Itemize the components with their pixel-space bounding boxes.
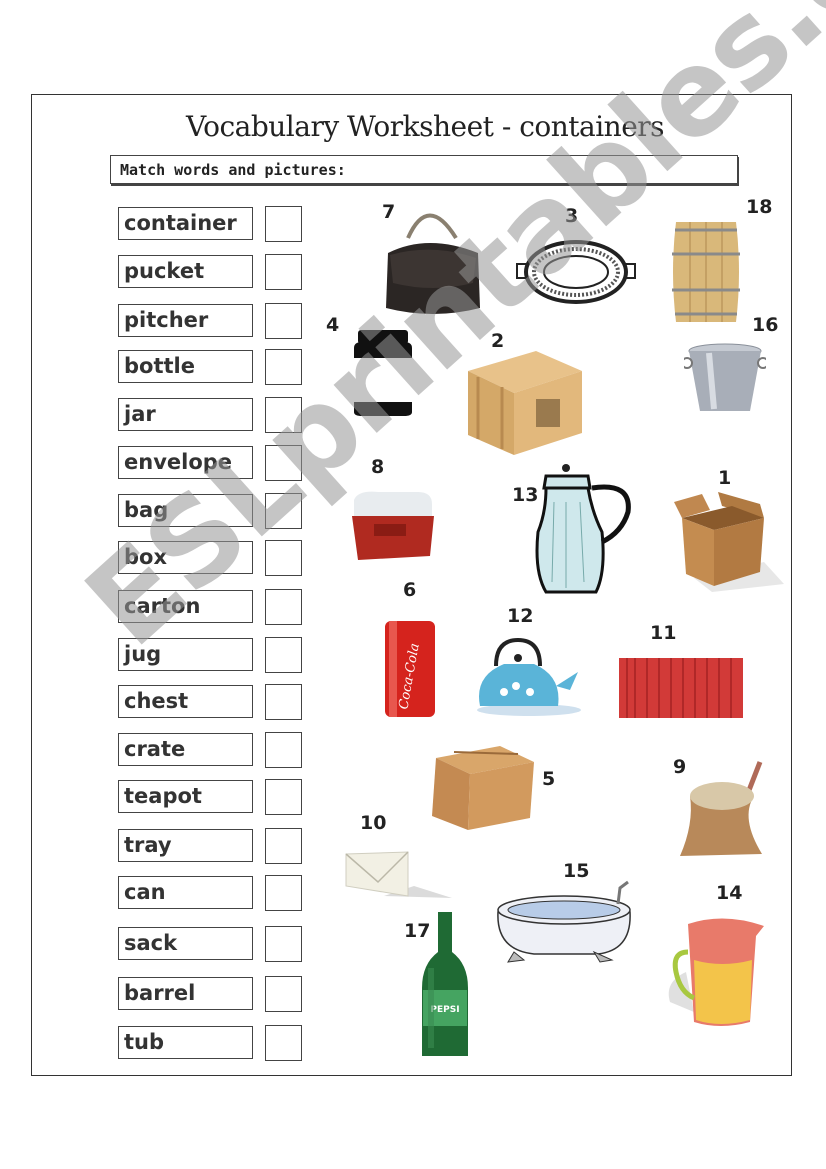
word-box-pucket: pucket — [118, 255, 253, 288]
answer-box[interactable] — [265, 589, 302, 625]
cooler-chest-icon — [352, 491, 434, 560]
answer-box[interactable] — [265, 875, 302, 911]
word-box-pitcher: pitcher — [118, 304, 253, 337]
word-box-carton: carton — [118, 590, 253, 623]
answer-box[interactable] — [265, 445, 302, 481]
word-box-can: can — [118, 876, 253, 909]
word-box-sack: sack — [118, 927, 253, 960]
answer-box[interactable] — [265, 779, 302, 815]
picture-number: 4 — [326, 314, 340, 336]
answer-box[interactable] — [265, 1025, 302, 1061]
bathtub-icon — [497, 880, 631, 963]
answer-box[interactable] — [265, 540, 302, 576]
crate-icon — [468, 351, 582, 455]
picture-number: 8 — [371, 456, 385, 478]
word-box-tub: tub — [118, 1026, 253, 1059]
answer-box[interactable] — [265, 637, 302, 673]
page-title: Vocabulary Worksheet - containers — [185, 110, 665, 143]
word-box-chest: chest — [118, 685, 253, 718]
soda-can-icon: Coca-Cola — [385, 621, 435, 717]
pitcher-icon — [535, 464, 631, 594]
picture-number: 16 — [752, 314, 779, 336]
word-box-barrel: barrel — [118, 977, 253, 1010]
open-box-icon — [674, 492, 784, 592]
answer-box[interactable] — [265, 732, 302, 768]
word-box-jug: jug — [118, 638, 253, 671]
answer-box[interactable] — [265, 684, 302, 720]
picture-number: 1 — [718, 467, 732, 489]
instruction-box: Match words and pictures: — [110, 155, 738, 184]
jug-icon — [668, 918, 764, 1026]
word-box-jar: jar — [118, 398, 253, 431]
word-box-box: box — [118, 541, 253, 574]
word-box-container: container — [118, 207, 253, 240]
svg-text:PEPSI: PEPSI — [430, 1005, 459, 1015]
answer-box[interactable] — [265, 349, 302, 385]
picture-number: 12 — [507, 605, 534, 627]
shipping-container-icon — [619, 658, 743, 718]
picture-number: 18 — [746, 196, 773, 218]
word-box-teapot: teapot — [118, 780, 253, 813]
word-box-crate: crate — [118, 733, 253, 766]
answer-box[interactable] — [265, 493, 302, 529]
picture-number: 11 — [650, 622, 677, 644]
answer-box[interactable] — [265, 206, 302, 242]
sack-icon — [680, 761, 763, 856]
tray-icon — [516, 240, 636, 304]
picture-number: 3 — [565, 205, 579, 227]
bag-icon — [386, 213, 480, 314]
bottle-icon: PEPSI — [422, 912, 468, 1056]
picture-number: 5 — [542, 768, 556, 790]
word-box-bottle: bottle — [118, 350, 253, 383]
answer-box[interactable] — [265, 976, 302, 1012]
answer-box[interactable] — [265, 926, 302, 962]
jar-icon — [354, 330, 412, 416]
word-box-envelope: envelope — [118, 446, 253, 479]
picture-number: 14 — [716, 882, 743, 904]
word-box-bag: bag — [118, 494, 253, 527]
answer-box[interactable] — [265, 397, 302, 433]
barrel-icon — [672, 222, 740, 322]
answer-box[interactable] — [265, 303, 302, 339]
bucket-icon — [684, 343, 766, 411]
picture-number: 10 — [360, 812, 387, 834]
word-box-tray: tray — [118, 829, 253, 862]
carton-icon — [432, 746, 534, 830]
envelope-icon — [345, 851, 452, 898]
answer-box[interactable] — [265, 254, 302, 290]
picture-number: 6 — [403, 579, 417, 601]
answer-box[interactable] — [265, 828, 302, 864]
teapot-icon — [477, 637, 581, 716]
